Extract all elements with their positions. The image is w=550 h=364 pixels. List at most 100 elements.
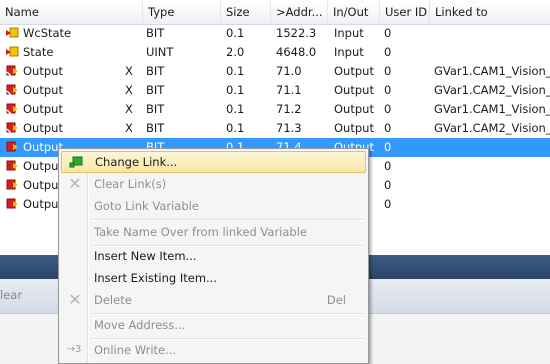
menu-item-label: Insert Existing Item... [94,271,217,285]
column-header: Name Type Size >Addr... In/Out User ID L… [0,0,550,25]
linked-output-var-icon [6,103,19,115]
cell-name: Output [23,64,63,78]
clear-button[interactable]: lear [0,288,22,302]
cell-user-id: 0 [384,26,392,40]
cell-linked-flag [125,24,139,43]
cell-size: 0.1 [226,102,245,116]
menu-item-label: Online Write... [94,343,177,357]
linked-output-var-icon [6,65,19,77]
cell-type: UINT [146,45,174,59]
cell-type: BIT [146,26,165,40]
cell-linked-flag: X [125,102,133,116]
cell-user-id: 0 [384,102,392,116]
cell-linked-to: GVar1.CAM1_Vision_T [434,64,550,78]
cell-inout: Input [334,26,364,40]
output-var-icon [6,179,19,191]
cell-inout: Output [334,64,374,78]
cell-linked-flag [125,43,139,62]
menu-item-label: Insert New Item... [94,249,197,263]
menu-item-delete[interactable]: ✕ Delete Del [61,289,366,311]
cell-inout: Output [334,121,374,135]
cell-linked-flag: X [125,121,133,135]
cell-user-id: 0 [384,197,392,211]
cell-size: 0.1 [226,121,245,135]
menu-item-insert-existing[interactable]: Insert Existing Item... [61,267,366,289]
cell-linked-to [434,43,550,62]
menu-item-label: Change Link... [95,155,178,169]
cell-user-id: 0 [384,159,392,173]
cell-size: 0.1 [226,83,245,97]
cell-type: BIT [146,121,165,135]
output-var-icon [6,141,19,153]
menu-item-clear-links[interactable]: ✕ Clear Link(s) [61,173,366,195]
cell-user-id: 0 [384,178,392,192]
table-row[interactable]: Output X BIT 0.1 71.1 Output 0 GVar1.CAM2_Visio… [0,81,550,100]
cell-inout: Output [334,102,374,116]
input-var-icon [6,46,19,58]
cell-user-id: 0 [384,140,392,154]
column-header-userid[interactable]: User ID [380,0,430,24]
table-row[interactable]: Output X BIT 0.1 71.2 Output 0 GVar1.CAM1_Visio… [0,100,550,119]
cell-linked-to: GVar1.CAM1_Vision_E [434,102,550,116]
menu-item-take-name[interactable]: Take Name Over from linked Variable [61,221,366,243]
cell-address: 1522.3 [276,26,317,40]
column-header-type[interactable]: Type [143,0,221,24]
cell-user-id: 0 [384,121,392,135]
cell-address: 4648.0 [276,45,317,59]
table-row[interactable]: State UINT 2.0 4648.0 Input 0 [0,43,550,62]
cell-linked-to [434,195,550,214]
cell-linked-to [434,138,550,157]
menu-item-change-link[interactable]: Change Link... [61,151,366,173]
table-row[interactable]: Output X BIT 0.1 71.3 Output 0 GVar1.CAM2_Visio… [0,119,550,138]
cell-user-id: 0 [384,45,392,59]
table-row[interactable]: WcState BIT 0.1 1522.3 Input 0 [0,24,550,43]
column-header-address[interactable]: >Addr... [271,0,328,24]
cell-linked-to [434,157,550,176]
column-header-linked-to[interactable]: Linked to [430,0,550,24]
cell-name: Output [23,121,63,135]
cell-linked-to: GVar1.CAM2_Vision_T [434,83,550,97]
column-header-inout[interactable]: In/Out [328,0,380,24]
cell-size: 0.1 [226,26,245,40]
cell-inout: Input [334,45,364,59]
context-menu: Change Link... ✕ Clear Link(s) Goto Link… [58,148,369,364]
cell-address: 71.2 [276,102,302,116]
menu-item-move-address[interactable]: Move Address... [61,314,366,336]
column-header-size[interactable]: Size [221,0,271,24]
menu-item-online-write[interactable]: →3 Online Write... [61,339,366,361]
cell-user-id: 0 [384,64,392,78]
menu-item-label: Delete [94,293,132,307]
clear-x-icon: ✕ [68,174,82,193]
cell-linked-to: GVar1.CAM2_Vision_E [434,121,550,135]
cell-address: 71.1 [276,83,302,97]
menu-item-goto-link[interactable]: Goto Link Variable [61,195,366,217]
cell-name: State [23,45,54,59]
cell-size: 2.0 [226,45,245,59]
output-var-icon [6,160,19,172]
menu-item-shortcut: Del [326,293,346,307]
cell-type: BIT [146,64,165,78]
cell-linked-to [434,176,550,195]
menu-item-label: Move Address... [94,318,186,332]
column-header-name[interactable]: Name [0,0,143,24]
cell-linked-flag: X [125,83,133,97]
change-link-icon [69,156,83,170]
cell-name: Output [23,102,63,116]
linked-output-var-icon [6,84,19,96]
cell-linked-flag: X [125,64,133,78]
menu-item-insert-new[interactable]: Insert New Item... [61,245,366,267]
linked-output-var-icon [6,122,19,134]
cell-size: 0.1 [226,64,245,78]
cell-linked-to [434,24,550,43]
cell-type: BIT [146,102,165,116]
delete-x-icon: ✕ [68,290,82,309]
cell-type: BIT [146,83,165,97]
cell-inout: Output [334,83,374,97]
table-row[interactable]: Output X BIT 0.1 71.0 Output 0 GVar1.CAM1_Visio… [0,62,550,81]
cell-address: 71.3 [276,121,302,135]
cell-user-id: 0 [384,83,392,97]
menu-item-label: Clear Link(s) [94,177,167,191]
menu-item-label: Take Name Over from linked Variable [94,225,307,239]
cell-name: Output [23,83,63,97]
output-var-icon [6,198,19,210]
